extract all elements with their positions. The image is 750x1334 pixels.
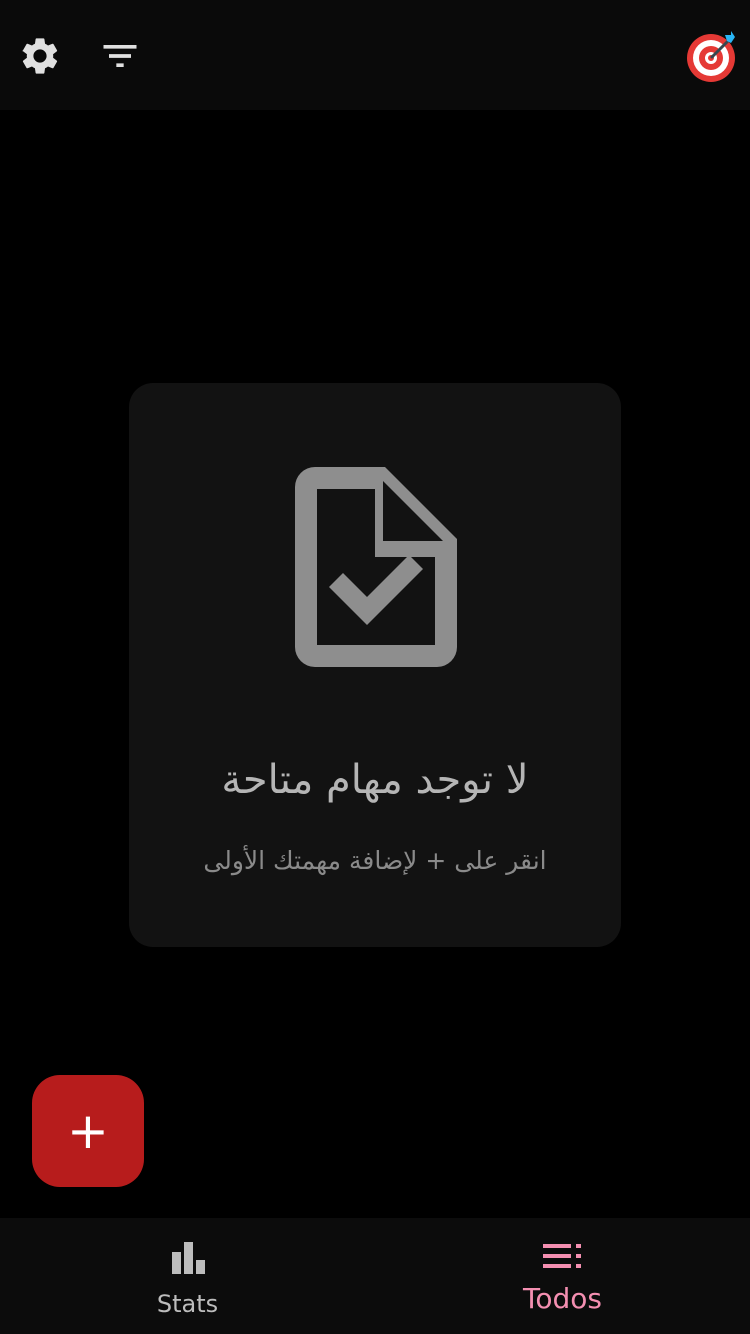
file-check-icon xyxy=(295,467,457,667)
target-icon xyxy=(687,31,735,82)
empty-state-card: لا توجد مهام متاحة انقر على + لإضافة مهم… xyxy=(129,383,621,947)
empty-state-title: لا توجد مهام متاحة xyxy=(221,757,529,803)
add-todo-button[interactable]: + xyxy=(32,1075,144,1187)
bottom-navigation: Stats Todos xyxy=(0,1218,750,1334)
filter-icon xyxy=(103,45,137,67)
top-app-bar xyxy=(0,0,750,110)
filter-button[interactable] xyxy=(94,30,146,82)
list-icon xyxy=(542,1244,581,1268)
nav-label-todos: Todos xyxy=(523,1282,602,1315)
app-root: لا توجد مهام متاحة انقر على + لإضافة مهم… xyxy=(0,0,750,1334)
settings-button[interactable] xyxy=(14,30,66,82)
nav-item-todos[interactable]: Todos xyxy=(375,1218,750,1334)
nav-item-stats[interactable]: Stats xyxy=(0,1218,375,1334)
nav-label-stats: Stats xyxy=(156,1290,219,1318)
gear-icon xyxy=(22,38,58,74)
bar-chart-icon xyxy=(171,1242,205,1274)
empty-state-subtitle: انقر على + لإضافة مهمتك الأولى xyxy=(203,846,547,875)
target-button[interactable] xyxy=(684,28,740,84)
